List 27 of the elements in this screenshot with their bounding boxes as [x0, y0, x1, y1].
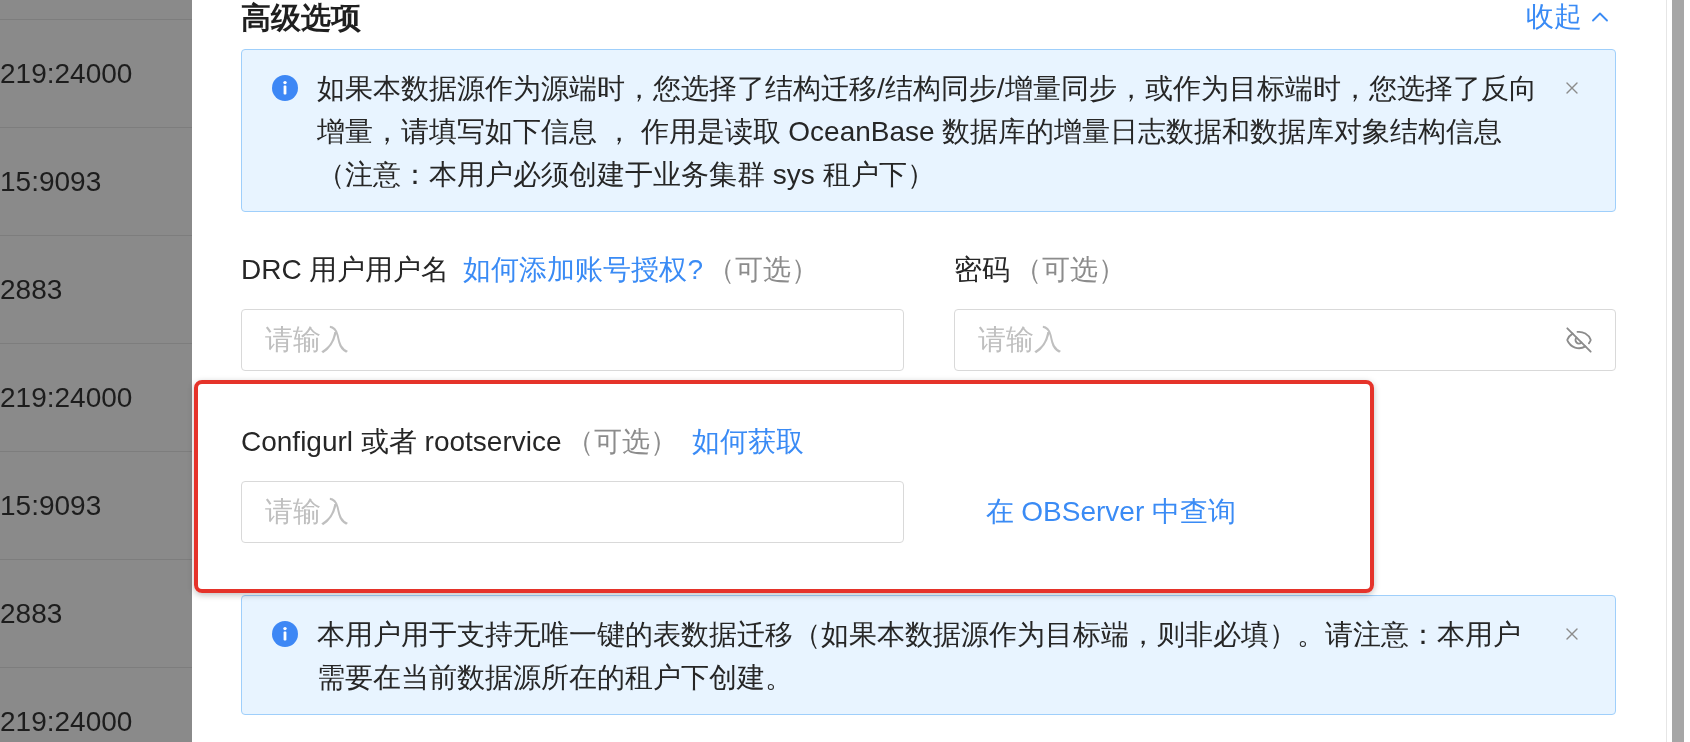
collapse-link[interactable]: 收起 [1526, 0, 1614, 34]
optional-hint: （可选） [707, 253, 820, 287]
field-label: Configurl 或者 rootservice [241, 425, 562, 459]
list-item-text: 15:9093 [0, 164, 102, 199]
field-label: DRC 用户用户名 [241, 253, 450, 287]
scrollbar-thumb[interactable] [1672, 0, 1684, 742]
list-item-text: 2883 [0, 596, 63, 631]
text-input[interactable]: 请输入 [241, 309, 904, 371]
alert-text: 本用户用于支持无唯一键的表数据迁移（如果本数据源作为目标端，则非必填）。请注意：本用户需要在当前数据源所在的租户下创建。 [317, 618, 1522, 695]
text-input[interactable]: 请输入 [241, 481, 904, 543]
eye-off-icon[interactable] [1565, 326, 1593, 354]
list-item-text: 2883 [0, 272, 63, 307]
list-item-text: 219:24000 [0, 380, 133, 415]
help-link[interactable]: 如何获取 [691, 425, 804, 459]
field-label: 密码 [953, 253, 1010, 287]
optional-hint: （可选） [1013, 253, 1126, 287]
list-item-text: 219:24000 [0, 56, 133, 91]
section-title: 高级选项 [241, 0, 361, 36]
optional-hint: （可选） [565, 425, 678, 459]
query-link[interactable]: 在 OBServer 中查询 [985, 495, 1236, 529]
password-input[interactable]: 请输入 [953, 309, 1616, 371]
alert-text: 如果本数据源作为源端时，您选择了结构迁移/结构同步/增量同步，或作为目标端时，您选择了反向增量，请填写如下信息 ， 作用是读取 OceanBase 数据库的增量日志数据和数据库对象结构信息（注意：本用户必须创建于业务集群 sys 租户下） [317, 72, 1538, 192]
info-icon [272, 621, 298, 647]
list-item-text: 219:24000 [0, 704, 133, 739]
help-link[interactable]: 如何添加账号授权? [463, 253, 704, 287]
list-item-text: 15:9093 [0, 488, 102, 523]
info-icon [272, 75, 298, 101]
